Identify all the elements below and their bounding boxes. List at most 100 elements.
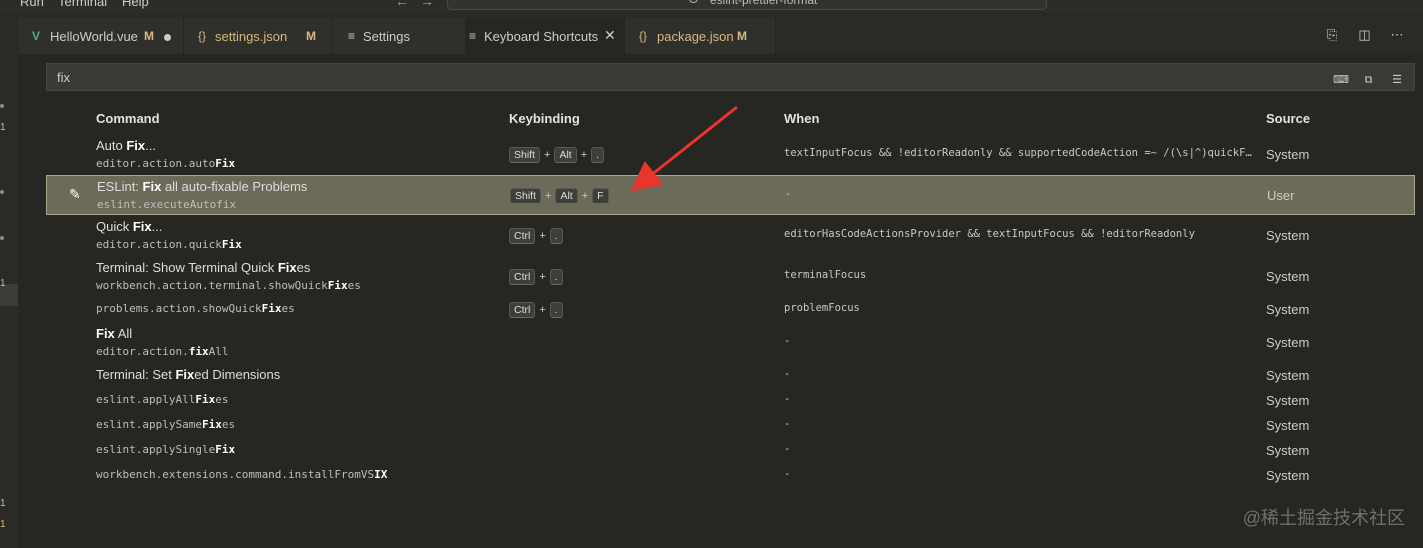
text-segment: es	[296, 260, 311, 275]
source: System	[1266, 393, 1310, 408]
keybinding[interactable]: Ctrl +.	[509, 226, 563, 244]
table-row[interactable]: Fix All editor.action.fixAll - System	[46, 322, 1415, 363]
tab-settings[interactable]: ≡ Settings	[332, 18, 466, 54]
key-cap: F	[592, 188, 609, 204]
when-clause: -	[784, 468, 791, 480]
source: System	[1266, 302, 1310, 317]
header-source: Source	[1266, 111, 1311, 126]
table-row[interactable]: Quick Fix... editor.action.quickFix Ctrl +.…	[46, 215, 1415, 256]
menu-terminal[interactable]: Terminal	[58, 0, 107, 9]
tab-label: Keyboard Shortcuts	[484, 29, 599, 44]
table-row[interactable]: eslint.applyAllFixes - System	[46, 388, 1415, 413]
unsaved-dot-icon[interactable]	[164, 34, 171, 41]
match-highlight: fix	[188, 345, 209, 358]
close-icon[interactable]: ✕	[604, 27, 616, 44]
match-highlight: Fix	[221, 238, 242, 251]
command-title: ESLint: Fix all auto-fixable Problems	[97, 179, 307, 194]
keybinding[interactable]: Shift + Alt +.	[509, 145, 605, 163]
key-separator: +	[544, 149, 551, 161]
text-segment: ...	[151, 219, 163, 234]
text-segment: Terminal: Show Terminal Quick	[96, 260, 278, 275]
json-file-icon: {}	[639, 29, 648, 43]
key-separator: +	[580, 149, 588, 161]
key-cap: Ctrl	[509, 302, 536, 318]
back-arrow-icon[interactable]: ←	[395, 0, 409, 9]
when-clause: -	[784, 393, 791, 405]
source: User	[1267, 188, 1295, 203]
match-highlight: Fix	[132, 219, 152, 234]
forward-arrow-icon[interactable]: →	[420, 0, 434, 9]
tab-settings-json[interactable]: {} settings.json M	[184, 18, 332, 54]
key-cap: .	[549, 302, 563, 318]
key-separator: +	[539, 271, 546, 283]
tab-label: package.json	[657, 29, 734, 44]
open-json-icon[interactable]: ⎘	[1324, 27, 1340, 43]
text-segment: workbench.extensions.command.install	[96, 468, 335, 481]
text-segment: ...	[145, 138, 156, 153]
text-segment: eslint.executeAutofix	[97, 198, 237, 211]
tab-label: HelloWorld.vue	[50, 29, 138, 44]
tab-helloworld-vue[interactable]: V HelloWorld.vue M	[18, 18, 184, 54]
text-segment: Quick	[96, 219, 133, 234]
command-center-label: eslint-prettier-format	[710, 0, 818, 7]
more-actions-icon[interactable]: ⋯	[1389, 27, 1405, 43]
table-row[interactable]: ✎ ESLint: Fix all auto-fixable Problems es…	[46, 175, 1415, 215]
header-keybinding: Keybinding	[509, 111, 580, 126]
keybinding[interactable]: Shift + Alt + F	[510, 186, 609, 204]
json-file-icon: {}	[198, 29, 207, 43]
record-keys-icon[interactable]: ⌨	[1333, 73, 1349, 86]
tab-package-json[interactable]: {} package.json M	[625, 18, 776, 54]
menu-help[interactable]: Help	[122, 0, 149, 9]
when-clause: problemFocus	[784, 302, 860, 314]
activity-mark: 1	[0, 122, 6, 133]
text-segment: ed Dimensions	[194, 367, 281, 382]
key-cap: Alt	[555, 188, 578, 204]
title-bar: Run Terminal Help ← → eslint-prettier-fo…	[0, 0, 1423, 12]
header-command: Command	[96, 111, 160, 126]
edit-keybinding-icon[interactable]: ✎	[69, 186, 81, 203]
menu-run[interactable]: Run	[20, 0, 44, 9]
table-row[interactable]: workbench.extensions.command.installFrom…	[46, 463, 1415, 488]
match-highlight: Fix	[201, 418, 222, 431]
when-clause: -	[784, 335, 791, 347]
table-row[interactable]: eslint.applySameFixes - System	[46, 413, 1415, 438]
tab-keyboard-shortcuts[interactable]: ≡ Keyboard Shortcuts ✕	[466, 18, 625, 54]
command-center[interactable]: eslint-prettier-format	[447, 0, 1047, 10]
activity-mark: 1	[0, 498, 6, 509]
split-editor-icon[interactable]: ◫	[1357, 27, 1373, 43]
when-clause: -	[784, 368, 791, 380]
command-title: Terminal: Show Terminal Quick Fixes	[96, 260, 310, 275]
vue-file-icon: V	[32, 29, 41, 43]
search-actions: ⌨ ⧉ ☰	[1323, 70, 1404, 88]
source: System	[1266, 269, 1310, 284]
clear-filter-icon[interactable]: ☰	[1390, 73, 1404, 86]
match-highlight: Fix	[175, 367, 195, 382]
command-title: Fix All	[96, 326, 132, 341]
search-keybindings-input[interactable]: fix ⌨ ⧉ ☰	[46, 63, 1415, 91]
table-row[interactable]: problems.action.showQuickFixes Ctrl +. prob…	[46, 297, 1415, 322]
sort-by-precedence-icon[interactable]: ⧉	[1362, 74, 1376, 87]
command-title: Terminal: Set Fixed Dimensions	[96, 367, 280, 382]
match-highlight: Fix	[277, 260, 297, 275]
command-id: editor.action.autoFix	[96, 157, 235, 170]
text-segment: ESLint:	[97, 179, 143, 194]
search-icon	[689, 0, 698, 3]
table-row[interactable]: Auto Fix... editor.action.autoFix Shift + Al…	[46, 134, 1415, 175]
keybinding[interactable]: Ctrl +.	[509, 300, 563, 318]
source: System	[1266, 418, 1310, 433]
table-row[interactable]: Terminal: Show Terminal Quick Fixes workb…	[46, 256, 1415, 297]
tab-bar: V HelloWorld.vue M {} settings.json M ≡ …	[18, 12, 1423, 54]
key-separator: +	[545, 190, 552, 202]
text-segment: eslint.applySingle	[96, 443, 216, 456]
table-row[interactable]: eslint.applySingleFix - System	[46, 438, 1415, 463]
when-clause: -	[785, 188, 792, 200]
command-id: eslint.applySameFixes	[96, 418, 235, 431]
table-row[interactable]: Terminal: Set Fixed Dimensions - System	[46, 363, 1415, 388]
modified-badge: M	[306, 29, 316, 43]
search-value: fix	[57, 70, 70, 85]
command-title: Quick Fix...	[96, 219, 162, 234]
text-segment: All	[114, 326, 133, 341]
keybinding[interactable]: Ctrl +.	[509, 267, 563, 285]
modified-badge: M	[144, 29, 154, 43]
keyboard-shortcuts-editor: fix ⌨ ⧉ ☰ Command Keybinding When Source…	[18, 54, 1423, 548]
